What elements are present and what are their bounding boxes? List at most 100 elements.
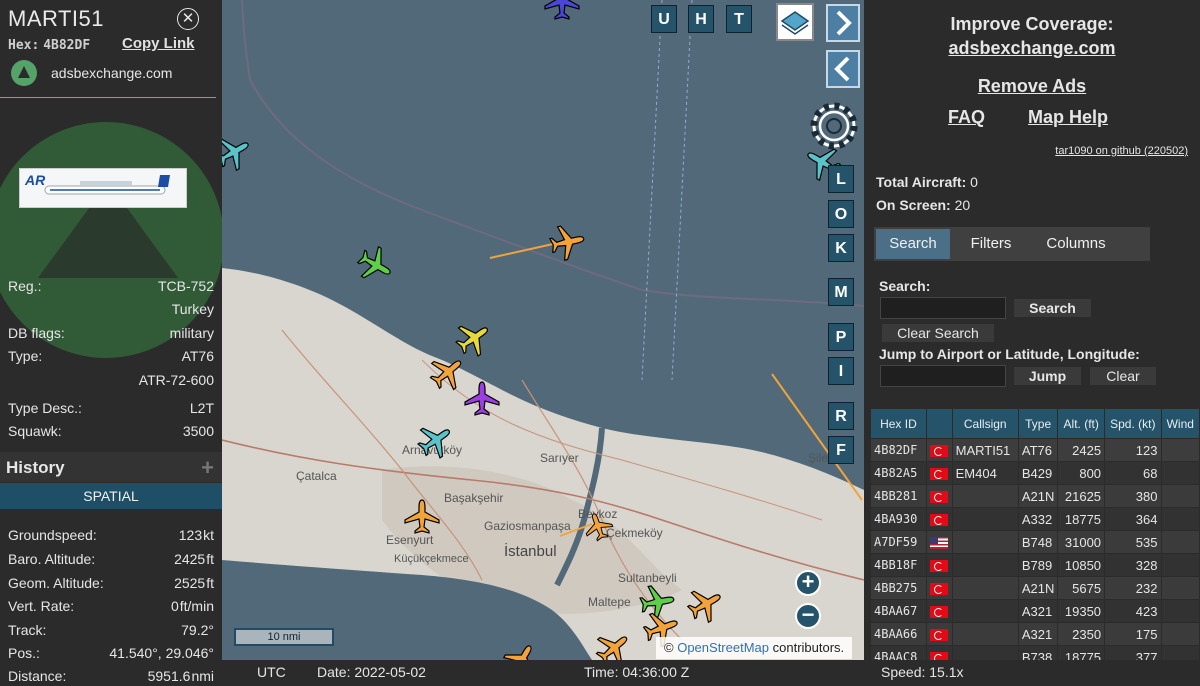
cell-type: B748 [1017,530,1059,554]
stat-value: 0 [970,174,978,190]
flag-turkey-icon [930,514,949,527]
hex-label: Hex: [8,38,40,53]
aircraft-table: Hex ID Callsign Type Alt. (ft) Spd. (kt)… [870,408,1200,660]
table-row[interactable]: 4BB275 A21N 5675 232 [870,576,1200,600]
table-row[interactable]: 4B82DF MARTI51 AT76 2425 123 [870,438,1200,462]
cell-flag [925,553,953,577]
jump-input[interactable] [880,365,1006,387]
layers-button[interactable] [776,3,814,41]
site-link-label: adsbexchange.com [51,65,173,81]
close-icon[interactable]: ✕ [177,8,199,30]
layer-button-l[interactable]: L [828,165,854,193]
layer-button-f[interactable]: F [828,436,854,464]
improve-coverage-link[interactable]: adsbexchange.com [864,38,1200,59]
aircraft-photo[interactable]: AR [19,168,187,208]
cell-flag [925,599,953,623]
layer-button-u[interactable]: U [651,5,677,33]
cell-altitude: 2425 [1057,438,1106,462]
layer-button-m[interactable]: M [828,278,854,306]
field-value: L2T [189,400,214,416]
flag-turkey-icon [930,445,949,458]
spatial-tab[interactable]: SPATIAL [0,483,222,509]
remove-ads-link[interactable]: Remove Ads [864,76,1200,97]
cell-hex: 4BA930 [870,507,927,531]
jump-button[interactable]: Jump [1014,367,1081,385]
clear-search-button[interactable]: Clear Search [882,324,994,342]
unit: ft [206,575,214,591]
column-altitude[interactable]: Alt. (ft) [1057,408,1106,439]
table-row[interactable]: 4BAA66 A321 2350 175 [870,622,1200,646]
github-link[interactable]: tar1090 on github (220502) [1055,145,1188,157]
field-value: TCB-752 [157,278,214,294]
layer-button-p[interactable]: P [828,323,854,351]
table-row[interactable]: 4BB281 A21N 21625 380 [870,484,1200,508]
zoom-in-button[interactable]: + [795,570,821,596]
layer-button-h[interactable]: H [688,5,714,33]
layers-icon [780,11,810,35]
layer-button-k[interactable]: K [828,234,854,262]
cell-wind [1160,507,1200,531]
search-input[interactable] [880,297,1006,319]
field-type-name: ATR-72-600 [8,372,214,390]
copy-link[interactable]: Copy Link [122,35,195,52]
layer-button-o[interactable]: O [828,200,854,228]
column-hex-id[interactable]: Hex ID [870,408,927,439]
flag-turkey-icon [930,629,949,642]
field-squawk: Squawk: 3500 [8,423,214,441]
place-label: Küçükçekmece [394,553,469,565]
map-canvas[interactable]: Sarıyer Beykoz Çatalca Başakşehir Esenyu… [222,0,864,660]
table-row[interactable]: A7DF59 B748 31000 535 [870,530,1200,554]
cell-speed: 380 [1104,484,1162,508]
stat-value: 20 [954,197,971,213]
cell-flag [925,507,953,531]
map-help-link[interactable]: Map Help [1028,107,1108,128]
clear-jump-button[interactable]: Clear [1090,367,1156,385]
expand-plus-icon[interactable]: + [201,455,214,481]
zoom-out-button[interactable]: − [795,603,821,629]
cell-wind [1160,599,1200,623]
history-header[interactable]: History + [0,452,222,482]
faq-link[interactable]: FAQ [948,107,985,128]
map-view[interactable]: Sarıyer Beykoz Çatalca Başakşehir Esenyu… [222,0,864,660]
table-row[interactable]: 4BAA67 A321 19350 423 [870,599,1200,623]
table-row[interactable]: 4BAAC8 B738 18775 377 [870,645,1200,660]
cell-altitude: 31000 [1057,530,1106,554]
column-callsign[interactable]: Callsign [951,408,1019,439]
field-value: 2425ft [174,551,214,567]
field-key: Pos.: [8,645,40,661]
tab-search[interactable]: Search [876,229,950,259]
table-row[interactable]: 4B82A5 EM404 B429 800 68 [870,461,1200,485]
column-flag[interactable] [925,408,953,439]
layer-button-r[interactable]: R [828,402,854,430]
search-button[interactable]: Search [1014,299,1091,317]
flag-turkey-icon [930,491,949,504]
tab-columns[interactable]: Columns [1034,229,1118,259]
cell-speed: 175 [1104,622,1162,646]
table-row[interactable]: 4BB18F B789 10850 328 [870,553,1200,577]
layer-button-t[interactable]: T [726,5,752,33]
layer-button-i[interactable]: I [828,357,854,385]
spatial-geom-altitude: Geom. Altitude: 2525ft [8,575,214,593]
spatial-distance: Distance: 5951.6nmi [8,668,214,686]
aircraft-icon [352,241,399,289]
chevron-right-icon[interactable] [826,4,860,42]
cell-hex: 4BAA66 [870,622,927,646]
cell-wind [1160,484,1200,508]
tab-filters[interactable]: Filters [954,229,1028,259]
table-row[interactable]: 4BA930 A332 18775 364 [870,507,1200,531]
place-label: Maltepe [588,595,631,609]
site-link[interactable]: adsbexchange.com [11,60,172,86]
cell-altitude: 21625 [1057,484,1106,508]
osm-link[interactable]: OpenStreetMap [677,640,769,655]
place-label: Esenyurt [386,533,434,547]
chevron-left-icon[interactable] [826,50,860,88]
search-label: Search: [879,278,931,294]
place-label: İstanbul [504,542,557,560]
column-speed[interactable]: Spd. (kt) [1104,408,1162,439]
cell-type: A321 [1017,599,1059,623]
total-aircraft: Total Aircraft: 0 [876,174,978,190]
column-wind[interactable]: Wind [1160,408,1200,439]
cell-type: B738 [1017,645,1059,660]
column-type[interactable]: Type [1017,408,1059,439]
on-screen-count: On Screen: 20 [876,197,970,213]
